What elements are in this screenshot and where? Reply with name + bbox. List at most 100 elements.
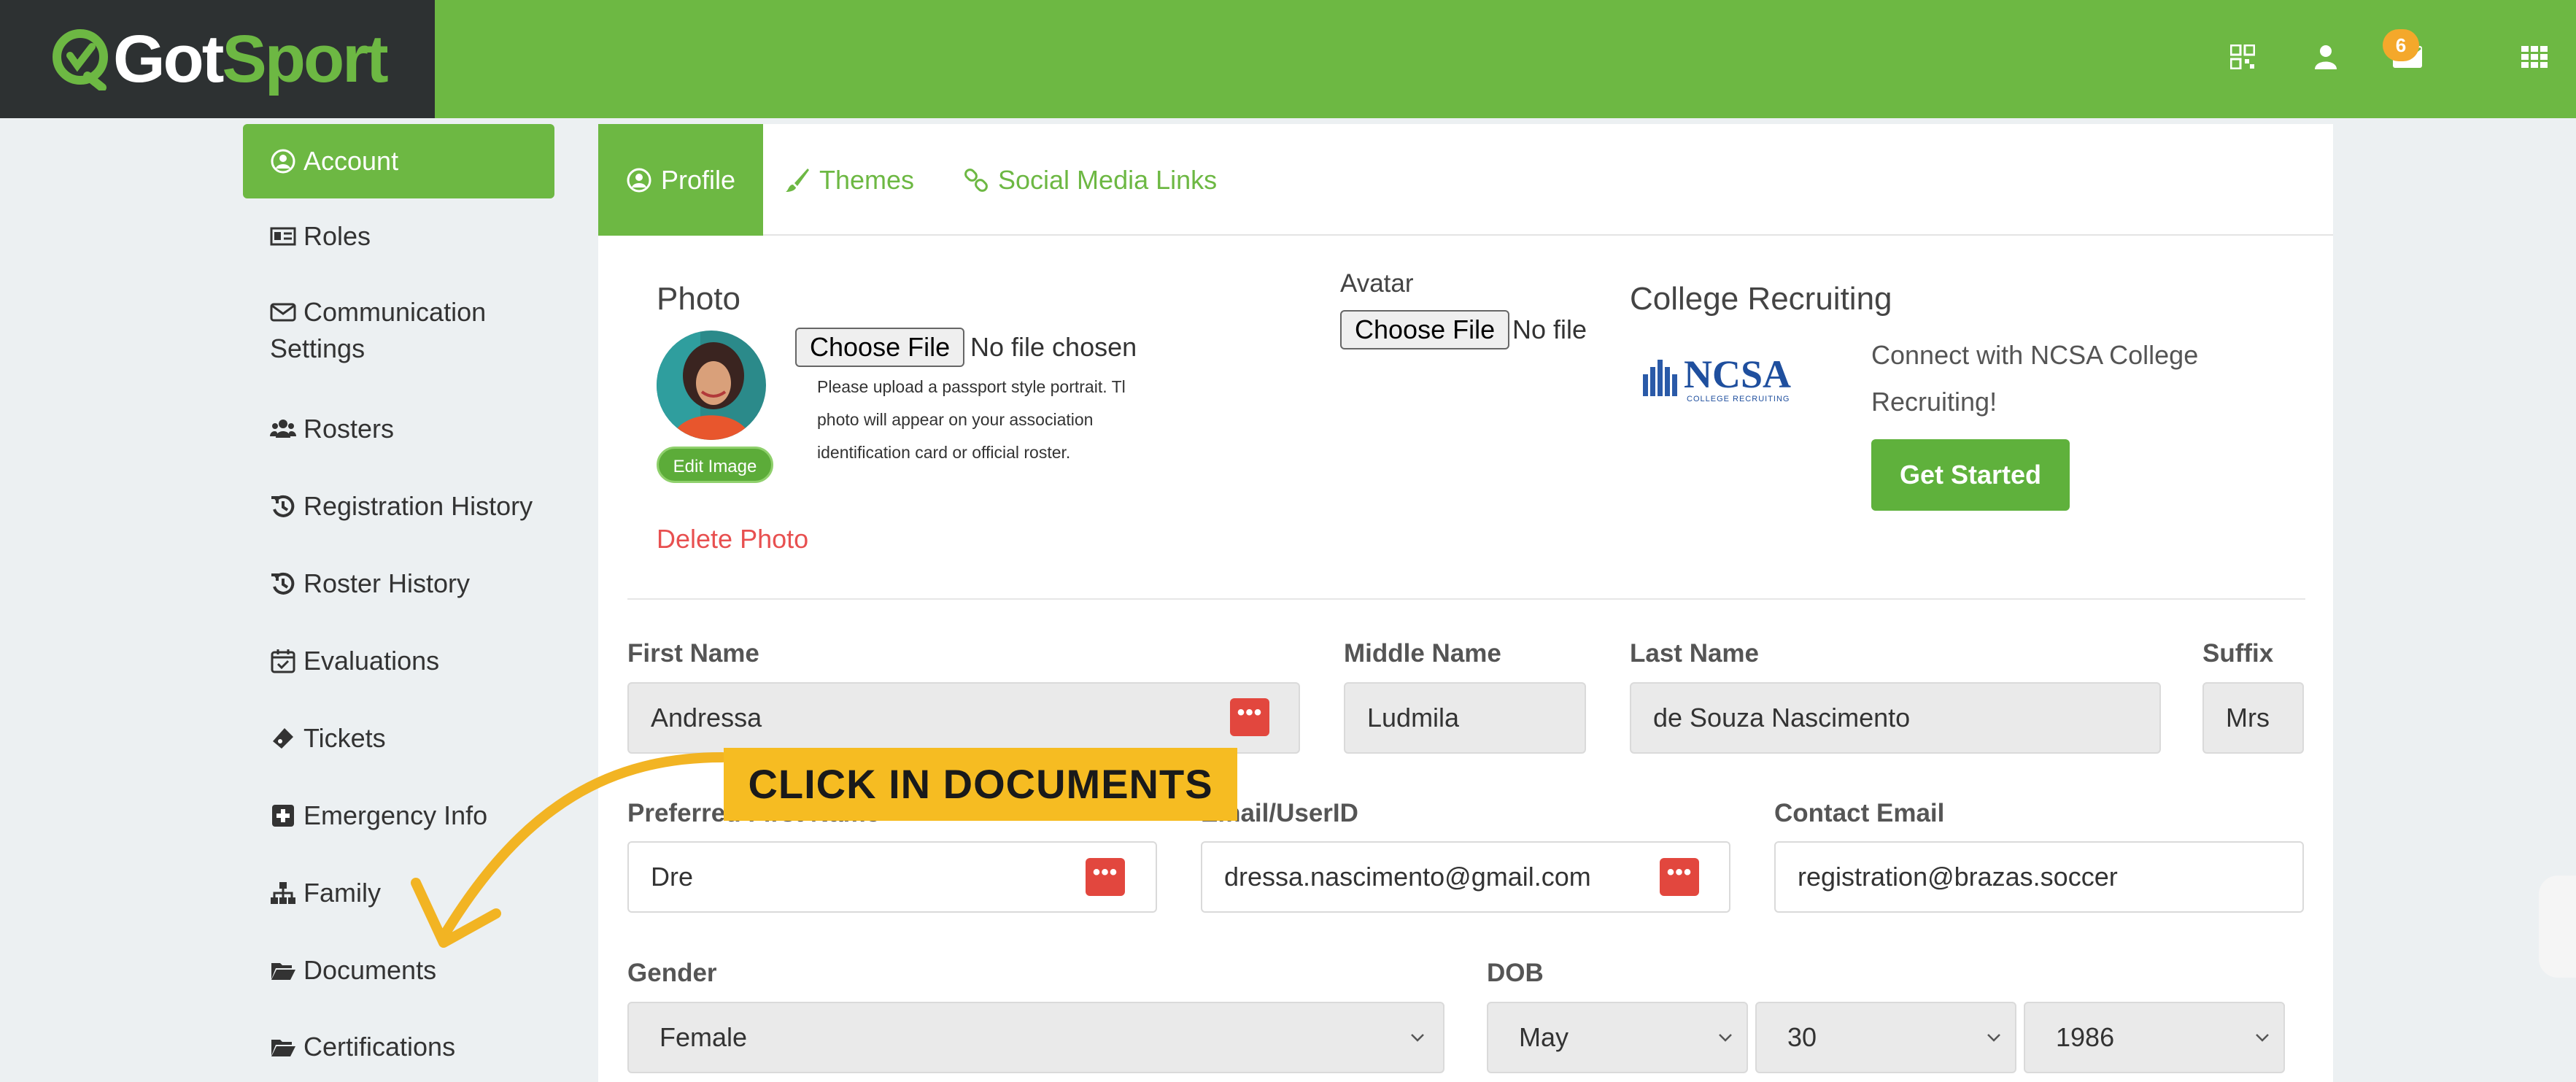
sidebar-item-label: Communication xyxy=(303,297,487,327)
folder-open-icon xyxy=(271,963,295,980)
delete-photo-link[interactable]: Delete Photo xyxy=(657,524,808,554)
middle-name-field[interactable]: Ludmila xyxy=(1344,682,1586,754)
link-icon xyxy=(964,168,988,192)
sidebar-item-label: Tickets xyxy=(303,723,386,753)
middle-name-label: Middle Name xyxy=(1344,639,1501,668)
id-card-icon xyxy=(270,227,296,246)
dob-day-select[interactable]: 30 xyxy=(1755,1002,2016,1073)
sidebar-item-label: Settings xyxy=(270,333,365,363)
sidebar-item-label: Account xyxy=(303,146,399,176)
ticket-icon xyxy=(273,728,293,749)
tutorial-arrow-icon xyxy=(411,752,727,948)
ncsa-text-line: Recruiting! xyxy=(1871,387,1997,417)
sidebar-item-label: Evaluations xyxy=(303,646,440,676)
gender-select[interactable]: Female xyxy=(627,1002,1444,1073)
last-name-field[interactable]: de Souza Nascimento xyxy=(1630,682,2161,754)
avatar-heading: Avatar xyxy=(1340,269,1414,298)
sidebar-item-account[interactable]: Account xyxy=(243,124,554,198)
tab-label: Social Media Links xyxy=(998,164,1218,195)
photo-file-status: No file chosen xyxy=(970,332,1137,362)
password-manager-icon[interactable]: ••• xyxy=(1660,858,1699,896)
top-bar: GotSport 6 xyxy=(0,0,2576,118)
avatar-choose-file-button[interactable]: Choose File xyxy=(1340,310,1510,349)
tab-social-media-links[interactable]: Social Media Links xyxy=(963,124,1217,236)
section-divider xyxy=(627,598,2305,600)
sidebar-item-certifications[interactable]: Certifications xyxy=(243,1029,554,1064)
chevron-down-icon xyxy=(1987,1034,2000,1042)
ncsa-logo[interactable]: NCSA COLLEGE RECRUITING xyxy=(1641,354,1817,412)
calendar-check-icon xyxy=(271,649,295,673)
email-field[interactable]: dressa.nascimento@gmail.com xyxy=(1201,841,1730,913)
chevron-down-icon xyxy=(1411,1034,1424,1042)
password-manager-icon[interactable]: ••• xyxy=(1230,698,1269,736)
mail-count-badge: 6 xyxy=(2383,29,2419,61)
users-icon xyxy=(270,420,296,438)
brand-logo[interactable]: GotSport xyxy=(0,0,435,118)
hint-line: Please upload a passport style portrait.… xyxy=(817,377,1126,396)
brand-wordmark: GotSport xyxy=(113,22,389,96)
chevron-down-icon xyxy=(2256,1034,2269,1042)
sitemap-icon xyxy=(271,882,295,904)
dob-label: DOB xyxy=(1487,959,1544,987)
gender-value: Female xyxy=(660,1022,748,1052)
profile-photo xyxy=(657,331,766,440)
ncsa-wordmark: NCSA xyxy=(1684,352,1792,396)
chevron-down-icon xyxy=(1719,1034,1732,1042)
hint-line: identification card or official roster. xyxy=(817,443,1071,462)
hint-line: photo will appear on your association xyxy=(817,410,1094,429)
sidebar-item-rosters[interactable]: Rosters xyxy=(243,411,554,447)
dob-month-value: May xyxy=(1519,1022,1569,1052)
sidebar-item-label: Registration History xyxy=(303,491,533,521)
sidebar-item-tickets[interactable]: Tickets xyxy=(243,721,554,756)
edit-image-button[interactable]: Edit Image xyxy=(657,447,773,483)
ncsa-logo-icon xyxy=(1643,360,1677,396)
contact-email-field[interactable]: registration@brazas.soccer xyxy=(1774,841,2304,913)
photo-upload-hint: Please upload a passport style portrait.… xyxy=(817,371,1160,469)
tab-label: Themes xyxy=(819,164,915,195)
tab-label: Profile xyxy=(661,164,736,195)
sidebar-item-label: Certifications xyxy=(303,1032,456,1062)
gotsport-logo-icon xyxy=(53,29,108,90)
get-started-button[interactable]: Get Started xyxy=(1871,439,2070,511)
sidebar-item-label: Roles xyxy=(303,221,371,251)
first-name-field[interactable]: Andressa xyxy=(627,682,1300,754)
sidebar-item-roster-history[interactable]: Roster History xyxy=(243,566,554,601)
password-manager-icon[interactable]: ••• xyxy=(1086,858,1125,896)
user-circle-icon xyxy=(271,149,295,174)
first-name-label: First Name xyxy=(627,639,759,668)
sidebar-item-evaluations[interactable]: Evaluations xyxy=(243,644,554,679)
user-circle-icon xyxy=(627,168,651,192)
history-icon xyxy=(271,495,295,517)
folder-open-icon xyxy=(271,1040,295,1056)
envelope-icon xyxy=(270,303,296,322)
dob-day-value: 30 xyxy=(1787,1022,1817,1052)
ncsa-description: Connect with NCSA College Recruiting! xyxy=(1871,332,2280,425)
profile-card: Profile Themes Social Media Links Photo … xyxy=(598,124,2333,1082)
last-name-label: Last Name xyxy=(1630,639,1760,668)
dob-year-value: 1986 xyxy=(2056,1022,2115,1052)
qr-code-icon[interactable] xyxy=(2222,36,2263,77)
sidebar-item-communication-settings[interactable]: Communication Settings xyxy=(243,294,554,367)
apps-grid-icon[interactable] xyxy=(2514,36,2555,77)
sidebar-item-label: Family xyxy=(303,878,381,908)
dob-year-select[interactable]: 1986 xyxy=(2024,1002,2285,1073)
dob-month-select[interactable]: May xyxy=(1487,1002,1748,1073)
sidebar-item-label: Roster History xyxy=(303,568,471,598)
tab-profile[interactable]: Profile xyxy=(598,124,764,236)
avatar-file-status: No file xyxy=(1512,314,1587,344)
suffix-field[interactable]: Mrs xyxy=(2202,682,2304,754)
history-icon xyxy=(271,572,295,595)
sidebar-item-registration-history[interactable]: Registration History xyxy=(243,489,554,524)
paint-brush-icon xyxy=(786,168,809,192)
ncsa-text-line: Connect with NCSA College xyxy=(1871,340,2199,370)
tab-bar: Profile Themes Social Media Links xyxy=(598,124,2333,236)
user-icon[interactable] xyxy=(2305,36,2346,77)
photo-heading: Photo xyxy=(657,281,740,317)
plus-square-icon xyxy=(272,805,294,827)
sidebar-item-roles[interactable]: Roles xyxy=(243,219,554,254)
photo-choose-file-button[interactable]: Choose File xyxy=(795,328,965,367)
scrollbar-handle[interactable] xyxy=(2539,876,2576,978)
college-recruiting-heading: College Recruiting xyxy=(1630,281,1892,317)
tab-themes[interactable]: Themes xyxy=(784,124,914,236)
ncsa-tagline: COLLEGE RECRUITING xyxy=(1687,395,1790,403)
